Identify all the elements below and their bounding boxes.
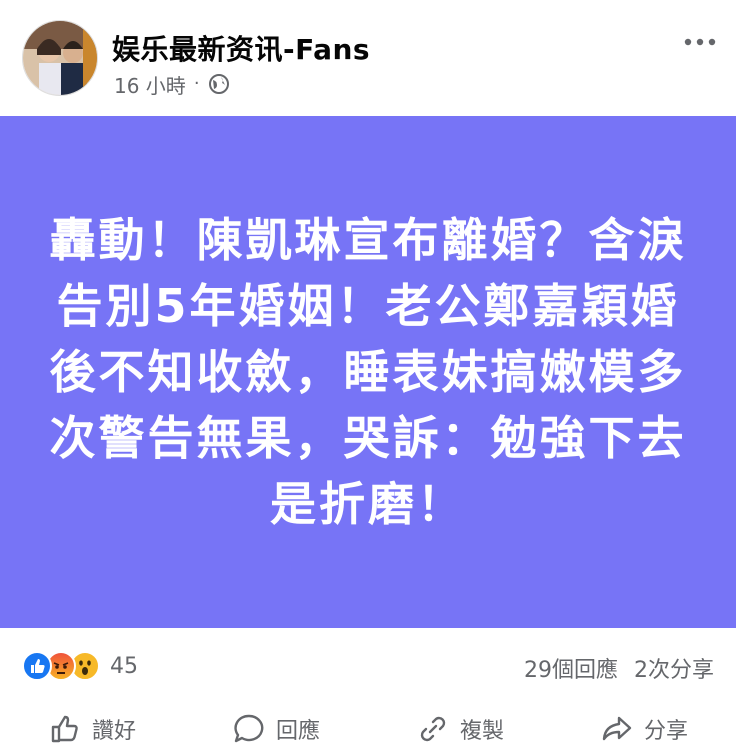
share-label: 分享 [643,719,688,744]
post-meta: 16 小時 · [114,70,230,99]
like-icon [22,651,52,681]
post-text: 轟動！陳凱琳宣布離婚？含淚告別5年婚姻！老公鄭嘉穎婚後不知收斂，睡表妹搞嫩模多次… [49,213,687,531]
shares-count[interactable]: 2次分享 [634,652,714,684]
copy-button[interactable]: 複製 [416,712,504,746]
link-icon [420,716,446,742]
engagement-counts: 29個回應 2次分享 [524,652,714,684]
avatar[interactable] [22,20,98,96]
comment-label: 回應 [275,719,320,744]
author-name[interactable]: 娱乐最新资讯-Fans [112,28,370,68]
post-stats: 45 29個回應 2次分享 [0,640,736,692]
like-button[interactable]: 讚好 [48,712,136,746]
comment-bubble-icon [234,714,264,743]
share-button[interactable]: 分享 [600,712,688,746]
meta-separator: · [193,73,200,94]
reaction-count: 45 [110,653,138,679]
reactions-summary[interactable]: 45 [22,650,138,682]
post-time[interactable]: 16 小時 [114,70,186,99]
like-label: 讚好 [91,719,136,744]
thumbs-up-icon [51,715,78,743]
post-header: 娱乐最新资讯-Fans 16 小時 · [0,0,736,116]
comments-count[interactable]: 29個回應 [524,652,618,684]
more-options-button[interactable] [680,28,720,56]
action-bar: 讚好 回應 複製 分享 [0,706,736,752]
copy-label: 複製 [459,719,504,744]
more-dots-icon [684,38,716,46]
post-content[interactable]: 轟動！陳凱琳宣布離婚？含淚告別5年婚姻！老公鄭嘉穎婚後不知收斂，睡表妹搞嫩模多次… [0,116,736,628]
share-arrow-icon [602,716,632,741]
globe-icon [208,74,229,94]
comment-button[interactable]: 回應 [232,712,320,746]
